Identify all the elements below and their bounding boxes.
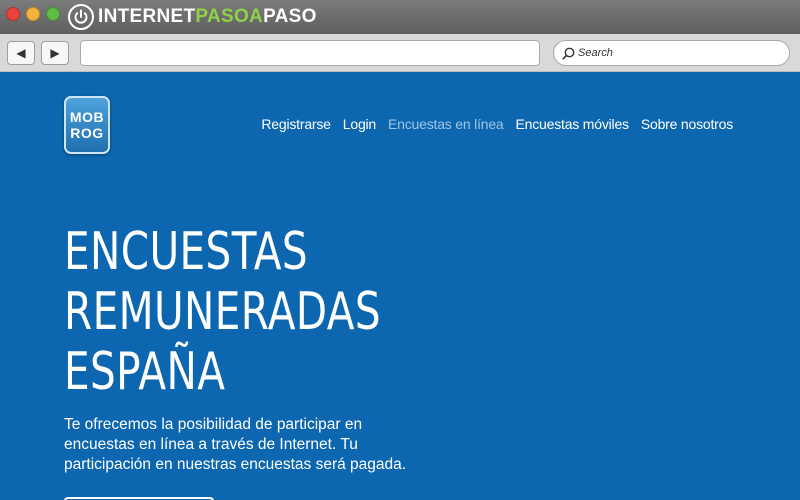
browser-title-bar: INTERNETPASOAPASO [0, 0, 800, 34]
search-input[interactable]: Search [553, 40, 790, 66]
hero-title-line-1: ENCUESTAS [64, 222, 308, 282]
brand-text-internet: INTERNET [98, 6, 196, 27]
search-placeholder: Search [578, 47, 613, 59]
web-page: MOB ROG Registrarse Login Encuestas en l… [0, 72, 800, 500]
brand-text-pasoa: PASOA [195, 6, 264, 27]
watermark-logo: INTERNETPASOAPASO [68, 3, 317, 31]
logo-line-1: MOB [69, 109, 105, 125]
address-bar[interactable] [80, 40, 540, 66]
close-window-button[interactable] [6, 7, 20, 21]
nav-link-encuestas-en-linea[interactable]: Encuestas en línea [388, 116, 504, 132]
forward-button[interactable]: ▶ [41, 41, 69, 65]
nav-link-login[interactable]: Login [343, 116, 376, 132]
brand-text-paso: PASO [263, 6, 317, 27]
nav-link-encuestas-moviles[interactable]: Encuestas móviles [516, 116, 630, 132]
search-icon [562, 47, 575, 60]
minimize-window-button[interactable] [26, 7, 40, 21]
main-navigation: Registrarse Login Encuestas en línea Enc… [261, 116, 733, 132]
nav-link-sobre-nosotros[interactable]: Sobre nosotros [641, 116, 733, 132]
logo-line-2: ROG [70, 125, 104, 141]
back-button[interactable]: ◀ [7, 41, 35, 65]
hero-title: ENCUESTAS REMUNERADAS ESPAÑA [64, 222, 381, 402]
hero-title-line-3: ESPAÑA [64, 342, 226, 402]
power-icon [68, 4, 94, 30]
maximize-window-button[interactable] [46, 7, 60, 21]
hero-title-line-2: REMUNERADAS [64, 282, 382, 342]
forward-arrow-icon: ▶ [50, 46, 60, 60]
nav-link-registrarse[interactable]: Registrarse [261, 116, 331, 132]
back-arrow-icon: ◀ [16, 46, 26, 60]
browser-toolbar: ◀ ▶ Search [0, 34, 800, 72]
hero-description: Te ofrecemos la posibilidad de participa… [64, 416, 407, 473]
site-logo[interactable]: MOB ROG [64, 96, 110, 154]
